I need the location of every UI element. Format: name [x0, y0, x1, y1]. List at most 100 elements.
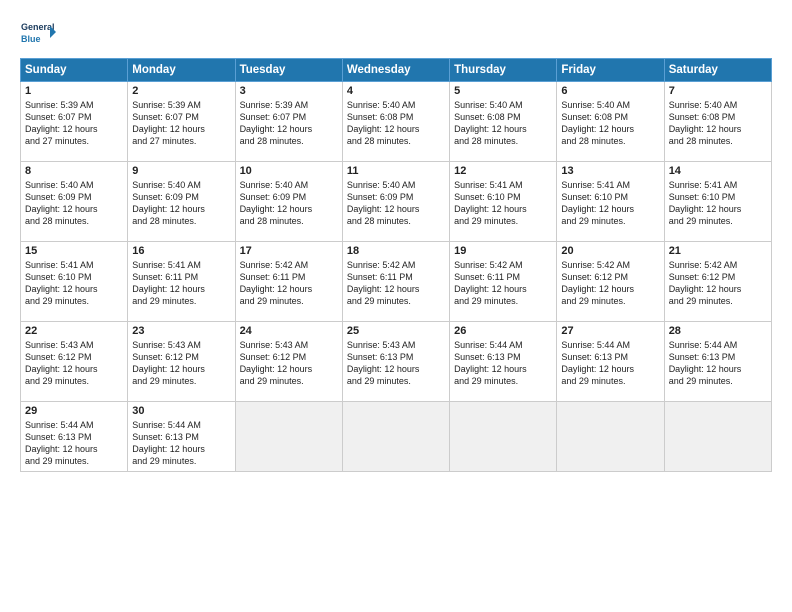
weekday-header-friday: Friday	[557, 59, 664, 82]
day-info: Sunrise: 5:39 AM Sunset: 6:07 PM Dayligh…	[132, 99, 230, 148]
day-info: Sunrise: 5:40 AM Sunset: 6:09 PM Dayligh…	[25, 179, 123, 228]
calendar-cell: 9 Sunrise: 5:40 AM Sunset: 6:09 PM Daylig…	[128, 162, 235, 242]
day-number: 26	[454, 325, 552, 337]
calendar-cell: 15 Sunrise: 5:41 AM Sunset: 6:10 PM Dayli…	[21, 242, 128, 322]
day-number: 4	[347, 85, 445, 97]
day-number: 6	[561, 85, 659, 97]
day-number: 19	[454, 245, 552, 257]
day-number: 22	[25, 325, 123, 337]
svg-text:Blue: Blue	[21, 34, 41, 44]
day-info: Sunrise: 5:41 AM Sunset: 6:10 PM Dayligh…	[454, 179, 552, 228]
calendar-cell: 8 Sunrise: 5:40 AM Sunset: 6:09 PM Daylig…	[21, 162, 128, 242]
day-number: 14	[669, 165, 767, 177]
calendar-cell: 24 Sunrise: 5:43 AM Sunset: 6:12 PM Dayli…	[235, 322, 342, 402]
day-number: 17	[240, 245, 338, 257]
day-number: 10	[240, 165, 338, 177]
calendar-cell: 7 Sunrise: 5:40 AM Sunset: 6:08 PM Daylig…	[664, 82, 771, 162]
day-info: Sunrise: 5:39 AM Sunset: 6:07 PM Dayligh…	[240, 99, 338, 148]
weekday-header-monday: Monday	[128, 59, 235, 82]
weekday-header-saturday: Saturday	[664, 59, 771, 82]
day-info: Sunrise: 5:41 AM Sunset: 6:11 PM Dayligh…	[132, 259, 230, 308]
calendar-cell: 16 Sunrise: 5:41 AM Sunset: 6:11 PM Dayli…	[128, 242, 235, 322]
calendar-cell	[342, 402, 449, 472]
calendar-cell: 25 Sunrise: 5:43 AM Sunset: 6:13 PM Dayli…	[342, 322, 449, 402]
calendar-cell: 4 Sunrise: 5:40 AM Sunset: 6:08 PM Daylig…	[342, 82, 449, 162]
calendar-cell: 23 Sunrise: 5:43 AM Sunset: 6:12 PM Dayli…	[128, 322, 235, 402]
day-number: 12	[454, 165, 552, 177]
svg-text:General: General	[21, 22, 55, 32]
calendar-cell: 1 Sunrise: 5:39 AM Sunset: 6:07 PM Daylig…	[21, 82, 128, 162]
day-info: Sunrise: 5:43 AM Sunset: 6:12 PM Dayligh…	[240, 339, 338, 388]
day-info: Sunrise: 5:40 AM Sunset: 6:08 PM Dayligh…	[561, 99, 659, 148]
day-info: Sunrise: 5:42 AM Sunset: 6:12 PM Dayligh…	[561, 259, 659, 308]
day-number: 7	[669, 85, 767, 97]
calendar-cell: 30Sunrise: 5:44 AM Sunset: 6:13 PM Dayli…	[128, 402, 235, 472]
logo-graphic: General Blue	[20, 16, 56, 52]
calendar-cell	[235, 402, 342, 472]
calendar-cell: 13 Sunrise: 5:41 AM Sunset: 6:10 PM Dayli…	[557, 162, 664, 242]
day-number: 3	[240, 85, 338, 97]
day-info: Sunrise: 5:44 AM Sunset: 6:13 PM Dayligh…	[454, 339, 552, 388]
calendar-cell: 18 Sunrise: 5:42 AM Sunset: 6:11 PM Dayli…	[342, 242, 449, 322]
calendar-cell	[664, 402, 771, 472]
weekday-header-tuesday: Tuesday	[235, 59, 342, 82]
day-info: Sunrise: 5:40 AM Sunset: 6:09 PM Dayligh…	[132, 179, 230, 228]
calendar-table: SundayMondayTuesdayWednesdayThursdayFrid…	[20, 58, 772, 472]
calendar-cell	[450, 402, 557, 472]
day-number: 5	[454, 85, 552, 97]
day-info: Sunrise: 5:42 AM Sunset: 6:12 PM Dayligh…	[669, 259, 767, 308]
calendar-cell: 27Sunrise: 5:44 AM Sunset: 6:13 PM Dayli…	[557, 322, 664, 402]
day-number: 8	[25, 165, 123, 177]
calendar-cell: 11 Sunrise: 5:40 AM Sunset: 6:09 PM Dayli…	[342, 162, 449, 242]
day-number: 29	[25, 405, 123, 417]
calendar-cell: 26 Sunrise: 5:44 AM Sunset: 6:13 PM Dayli…	[450, 322, 557, 402]
calendar-cell: 14 Sunrise: 5:41 AM Sunset: 6:10 PM Dayli…	[664, 162, 771, 242]
calendar-cell: 20 Sunrise: 5:42 AM Sunset: 6:12 PM Dayli…	[557, 242, 664, 322]
calendar-cell: 6 Sunrise: 5:40 AM Sunset: 6:08 PM Daylig…	[557, 82, 664, 162]
weekday-header-sunday: Sunday	[21, 59, 128, 82]
day-info: Sunrise: 5:41 AM Sunset: 6:10 PM Dayligh…	[561, 179, 659, 228]
day-info: Sunrise: 5:43 AM Sunset: 6:13 PM Dayligh…	[347, 339, 445, 388]
day-info: Sunrise: 5:40 AM Sunset: 6:08 PM Dayligh…	[454, 99, 552, 148]
day-number: 11	[347, 165, 445, 177]
day-number: 18	[347, 245, 445, 257]
calendar-cell: 12 Sunrise: 5:41 AM Sunset: 6:10 PM Dayli…	[450, 162, 557, 242]
day-info: Sunrise: 5:41 AM Sunset: 6:10 PM Dayligh…	[25, 259, 123, 308]
day-info: Sunrise: 5:40 AM Sunset: 6:09 PM Dayligh…	[240, 179, 338, 228]
calendar-cell: 5 Sunrise: 5:40 AM Sunset: 6:08 PM Daylig…	[450, 82, 557, 162]
logo: General Blue	[20, 16, 56, 52]
calendar-cell: 21 Sunrise: 5:42 AM Sunset: 6:12 PM Dayli…	[664, 242, 771, 322]
day-number: 21	[669, 245, 767, 257]
calendar-cell: 10 Sunrise: 5:40 AM Sunset: 6:09 PM Dayli…	[235, 162, 342, 242]
day-info: Sunrise: 5:40 AM Sunset: 6:08 PM Dayligh…	[669, 99, 767, 148]
day-number: 16	[132, 245, 230, 257]
day-number: 13	[561, 165, 659, 177]
day-info: Sunrise: 5:41 AM Sunset: 6:10 PM Dayligh…	[669, 179, 767, 228]
calendar-cell: 2 Sunrise: 5:39 AM Sunset: 6:07 PM Daylig…	[128, 82, 235, 162]
day-number: 24	[240, 325, 338, 337]
calendar-cell: 29 Sunrise: 5:44 AM Sunset: 6:13 PM Dayli…	[21, 402, 128, 472]
day-info: Sunrise: 5:42 AM Sunset: 6:11 PM Dayligh…	[347, 259, 445, 308]
day-number: 15	[25, 245, 123, 257]
day-number: 2	[132, 85, 230, 97]
day-number: 30	[132, 405, 230, 417]
day-info: Sunrise: 5:43 AM Sunset: 6:12 PM Dayligh…	[25, 339, 123, 388]
day-number: 1	[25, 85, 123, 97]
calendar-cell: 22 Sunrise: 5:43 AM Sunset: 6:12 PM Dayli…	[21, 322, 128, 402]
day-info: Sunrise: 5:43 AM Sunset: 6:12 PM Dayligh…	[132, 339, 230, 388]
day-number: 28	[669, 325, 767, 337]
day-info: Sunrise: 5:42 AM Sunset: 6:11 PM Dayligh…	[454, 259, 552, 308]
day-info: Sunrise: 5:40 AM Sunset: 6:08 PM Dayligh…	[347, 99, 445, 148]
day-info: Sunrise: 5:44 AM Sunset: 6:13 PM Dayligh…	[669, 339, 767, 388]
day-number: 27	[561, 325, 659, 337]
day-number: 20	[561, 245, 659, 257]
day-number: 9	[132, 165, 230, 177]
day-info: Sunrise: 5:40 AM Sunset: 6:09 PM Dayligh…	[347, 179, 445, 228]
day-number: 25	[347, 325, 445, 337]
day-number: 23	[132, 325, 230, 337]
weekday-header-thursday: Thursday	[450, 59, 557, 82]
day-info: Sunrise: 5:39 AM Sunset: 6:07 PM Dayligh…	[25, 99, 123, 148]
calendar-cell: 19 Sunrise: 5:42 AM Sunset: 6:11 PM Dayli…	[450, 242, 557, 322]
calendar-cell	[557, 402, 664, 472]
day-info: Sunrise: 5:44 AM Sunset: 6:13 PM Dayligh…	[25, 419, 123, 468]
